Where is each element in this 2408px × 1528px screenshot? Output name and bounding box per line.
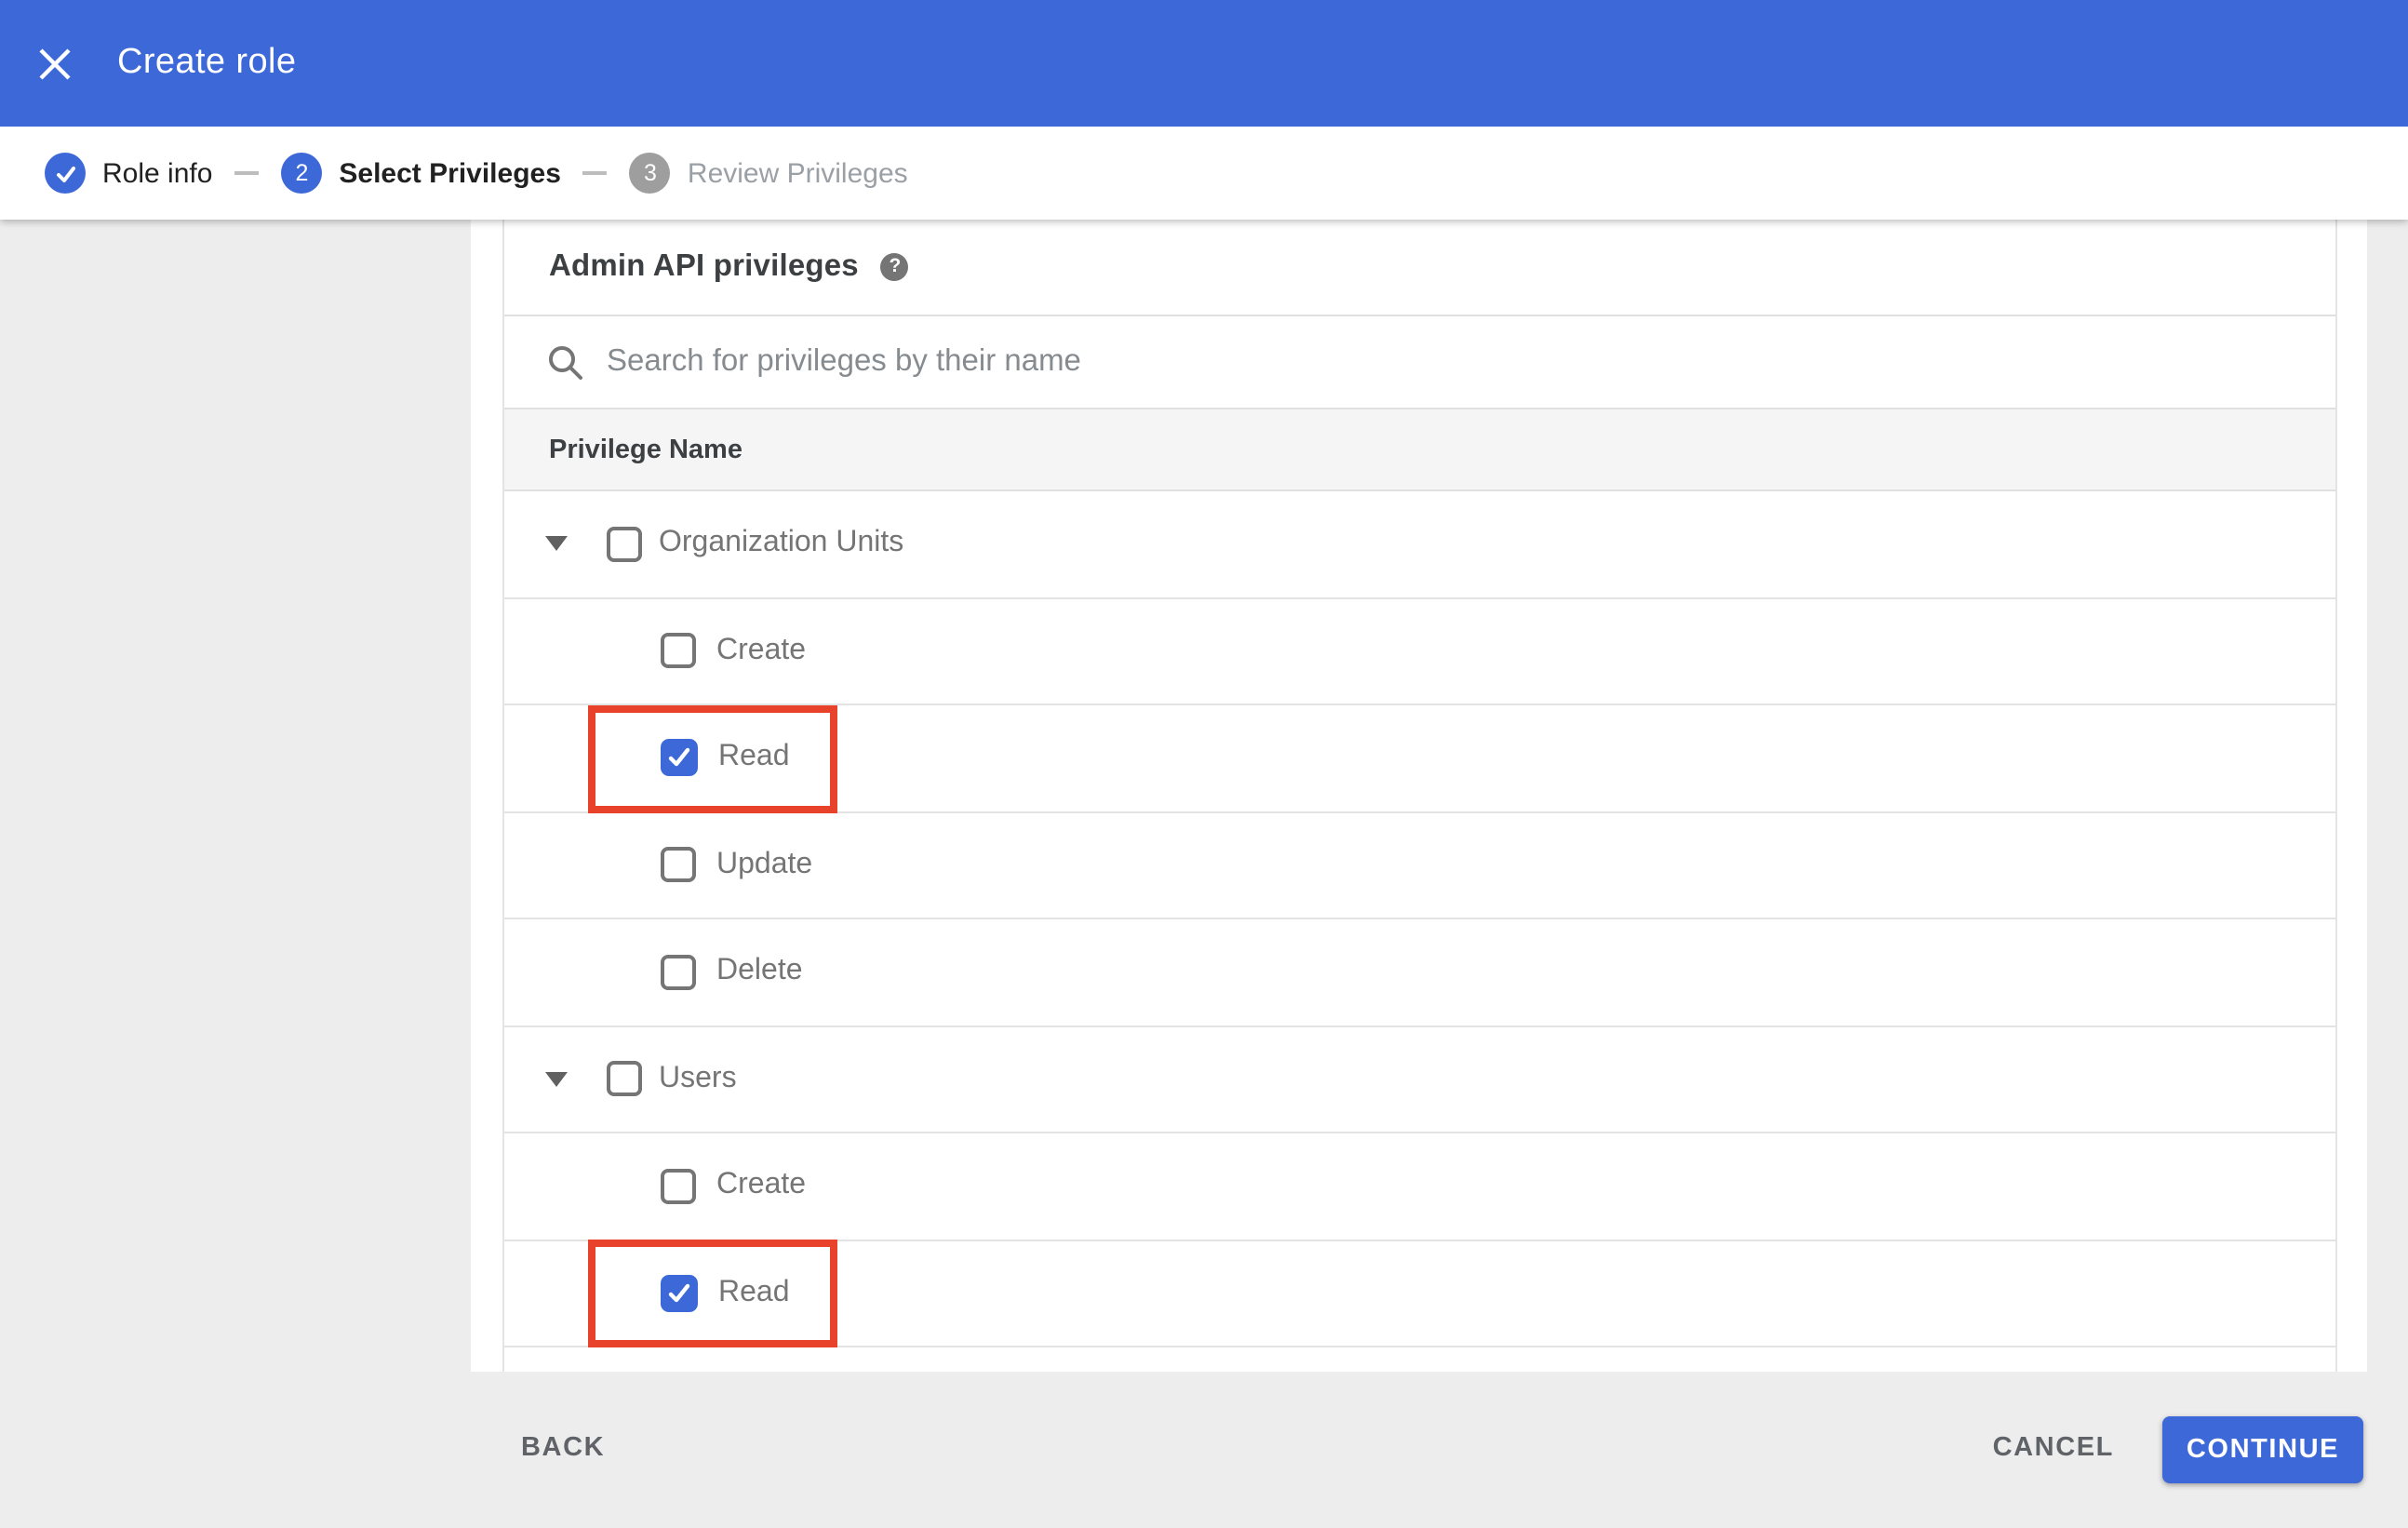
help-icon[interactable]: ?	[880, 252, 909, 280]
step-completed-check-icon	[45, 153, 86, 194]
step-number-badge: 2	[281, 153, 323, 194]
table-header-row: Privilege Name	[504, 408, 2335, 491]
privilege-row: Create	[504, 1133, 2335, 1240]
checkbox-orgunits-delete[interactable]	[661, 954, 696, 990]
step-review-privileges[interactable]: 3 Review Privileges	[629, 153, 908, 194]
close-icon[interactable]	[39, 48, 71, 80]
privilege-row: Read	[504, 1240, 2335, 1347]
search-icon	[545, 342, 586, 382]
checkbox-users-create[interactable]	[661, 1168, 696, 1204]
privilege-row: Delete	[504, 919, 2335, 1026]
privilege-row: Create	[504, 598, 2335, 705]
create-role-dialog: Create role Role info 2 Select Privilege…	[0, 0, 2408, 1528]
step-role-info[interactable]: Role info	[45, 153, 212, 194]
checkbox-users[interactable]	[607, 1061, 642, 1097]
section-heading-row: Admin API privileges ?	[504, 218, 2335, 316]
dialog-title: Create role	[117, 43, 297, 82]
column-header-privilege-name: Privilege Name	[549, 435, 742, 464]
privilege-label: Users	[659, 1062, 737, 1094]
privilege-group-row: Users	[504, 1026, 2335, 1133]
step-number-badge: 3	[629, 153, 671, 194]
checkbox-users-read[interactable]	[661, 1274, 698, 1312]
step-select-privileges[interactable]: 2 Select Privileges	[281, 153, 561, 194]
search-input[interactable]	[607, 344, 2021, 380]
privilege-label: Organization Units	[659, 527, 904, 559]
step-label: Role info	[102, 157, 213, 189]
privilege-label: Read	[718, 741, 790, 773]
privilege-search-row	[504, 316, 2335, 408]
privilege-row: Read	[504, 705, 2335, 812]
privilege-label: Update	[716, 848, 813, 880]
privilege-label: Delete	[716, 955, 803, 987]
step-separator	[582, 171, 608, 175]
continue-button[interactable]: CONTINUE	[2162, 1416, 2363, 1483]
privileges-sheet: Admin API privileges ? Privilege Name	[471, 218, 2367, 1372]
checkbox-organization-units[interactable]	[607, 526, 642, 562]
privilege-row: Update	[504, 812, 2335, 919]
privilege-group-row: Organization Units	[504, 491, 2335, 598]
section-heading: Admin API privileges	[549, 248, 859, 282]
step-label: Review Privileges	[687, 157, 908, 189]
step-label: Select Privileges	[339, 157, 561, 189]
collapse-triangle-icon[interactable]	[545, 536, 568, 552]
collapse-triangle-icon[interactable]	[545, 1071, 568, 1087]
privilege-label: Read	[718, 1276, 790, 1308]
dialog-header: Create role	[0, 0, 2408, 127]
privilege-label: Create	[716, 1169, 807, 1201]
checkbox-orgunits-create[interactable]	[661, 633, 696, 669]
back-button[interactable]: BACK	[521, 1433, 605, 1463]
privilege-label: Create	[716, 634, 807, 666]
wizard-stepper: Role info 2 Select Privileges 3 Review P…	[0, 127, 2408, 220]
step-separator	[234, 171, 260, 175]
dialog-footer: BACK CANCEL CONTINUE	[0, 1372, 2408, 1528]
cancel-button[interactable]: CANCEL	[1993, 1433, 2114, 1463]
checkbox-orgunits-read[interactable]	[661, 739, 698, 777]
checkbox-orgunits-update[interactable]	[661, 847, 696, 883]
privileges-panel: Admin API privileges ? Privilege Name	[502, 218, 2337, 1372]
